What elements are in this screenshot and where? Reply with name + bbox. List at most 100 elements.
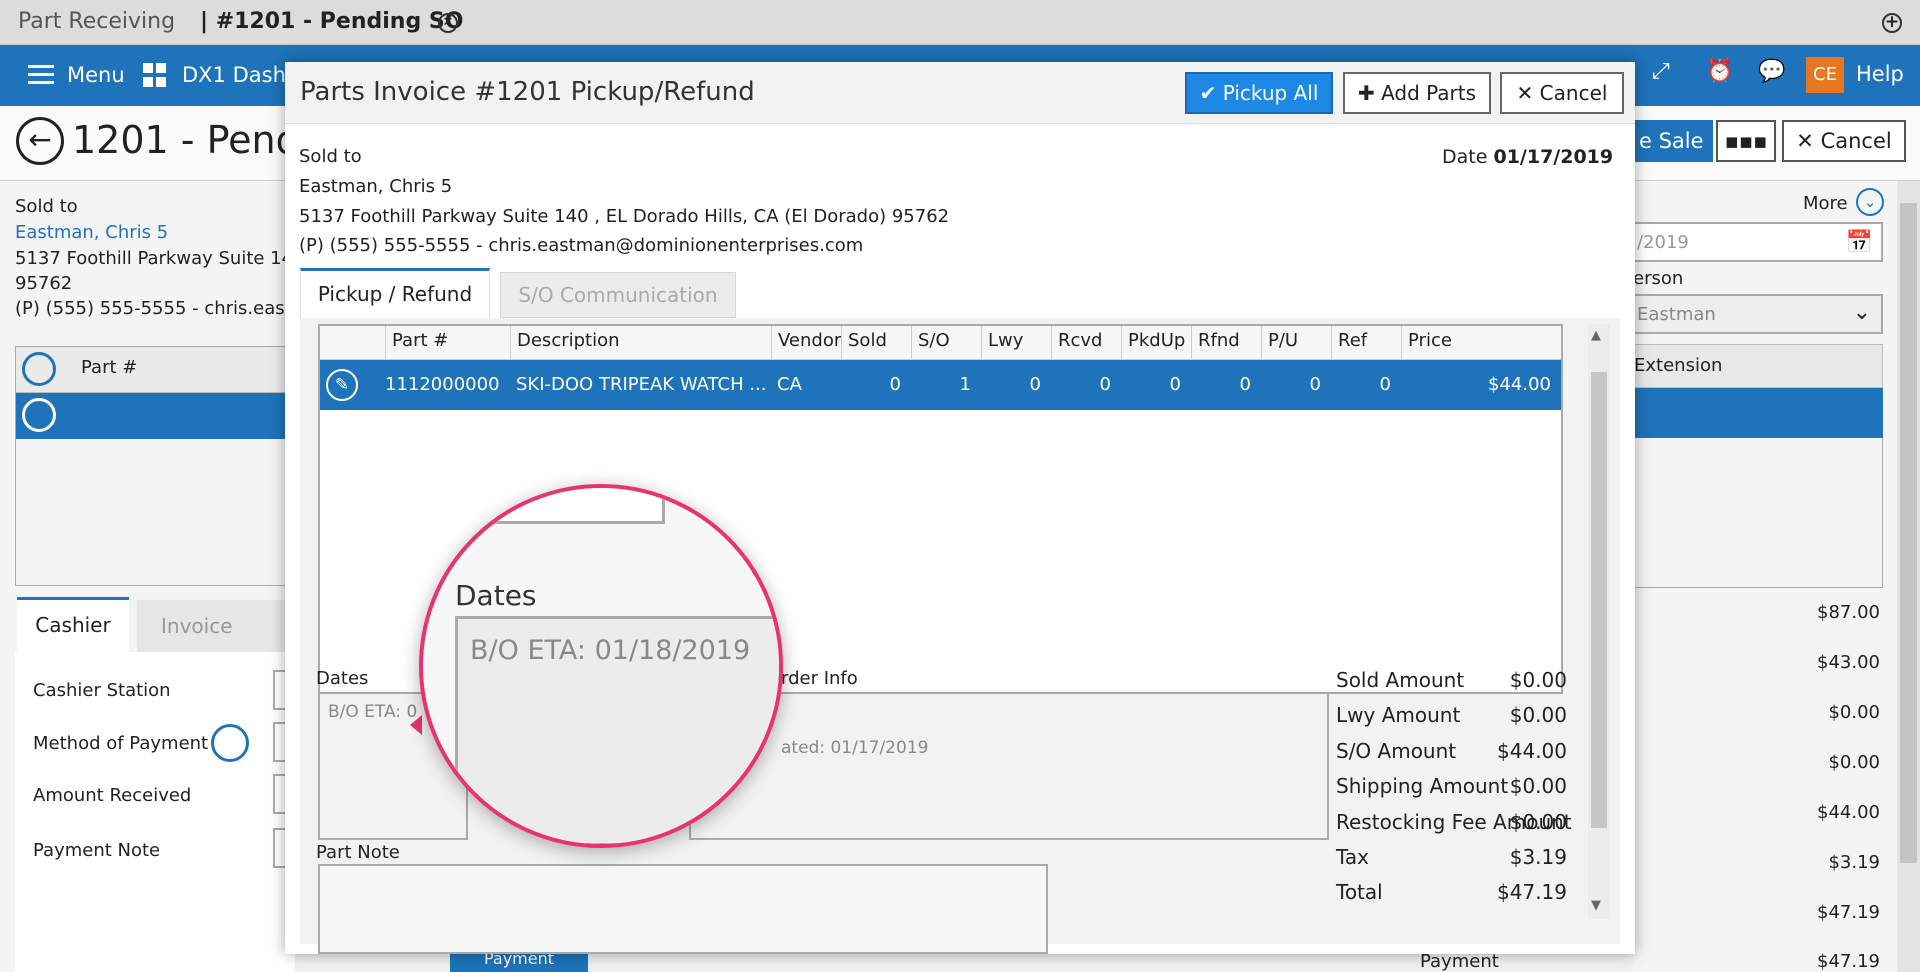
bg-cancel-button[interactable]: ✕ Cancel xyxy=(1782,120,1906,162)
right-value-2: $0.00 xyxy=(1828,702,1880,723)
cell-lwy: 0 xyxy=(1029,374,1041,395)
alarm-clock-icon[interactable]: ⏰ xyxy=(1706,59,1733,84)
grid-col-ref[interactable]: Ref xyxy=(1331,326,1401,360)
expand-icon[interactable]: ⤢ xyxy=(1652,59,1670,84)
customer-link[interactable]: Eastman, Chris 5 xyxy=(15,222,168,243)
date-label: Date xyxy=(1442,146,1488,168)
sold-to-label: Sold to xyxy=(15,196,78,217)
grid-col-pkdup[interactable]: PkdUp xyxy=(1121,326,1191,360)
order-info-label: rder Info xyxy=(781,668,858,689)
scroll-up-icon[interactable]: ▲ xyxy=(1591,328,1601,343)
pickup-all-button[interactable]: ✔ Pickup All xyxy=(1185,72,1333,114)
sold-amount-value: $0.00 xyxy=(1509,668,1567,692)
modal-scrollbar-thumb[interactable] xyxy=(1591,372,1607,828)
lwy-amount-label: Lwy Amount xyxy=(1336,703,1461,727)
magnified-bo-eta: B/O ETA: 01/18/2019 xyxy=(470,635,751,666)
dates-label: Dates xyxy=(316,668,369,689)
table-row[interactable]: ✎ 1112000000 SKI-DOO TRIPEAK WATCH ... C… xyxy=(320,360,1561,410)
salesperson-label: erson xyxy=(1633,268,1684,289)
film-icon[interactable] xyxy=(22,352,56,386)
right-value-6: $47.19 xyxy=(1817,902,1880,923)
tab-so-communication[interactable]: S/O Communication xyxy=(500,272,736,318)
chat-icon[interactable]: 💬 xyxy=(1758,59,1785,84)
grid-col-lwy[interactable]: Lwy xyxy=(981,326,1051,360)
help-link[interactable]: Help xyxy=(1856,62,1904,86)
total-label: Total xyxy=(1336,880,1383,904)
lwy-amount-value: $0.00 xyxy=(1509,703,1567,727)
bg-grid-search-row xyxy=(16,393,294,439)
complete-sale-button[interactable]: e Sale xyxy=(1633,120,1713,162)
grid-col-rfnd[interactable]: Rfnd xyxy=(1191,326,1261,360)
modal-contact: (P) (555) 555-5555 - chris.eastman@domin… xyxy=(299,235,864,256)
grid-col-part[interactable]: Part # xyxy=(385,326,510,360)
user-avatar[interactable]: CE xyxy=(1806,57,1844,93)
magnified-box-edge xyxy=(449,488,665,524)
salesperson-select[interactable]: Eastman ⌄ xyxy=(1633,294,1883,334)
cell-rfnd: 0 xyxy=(1239,374,1251,395)
sold-amount-label: Sold Amount xyxy=(1336,668,1465,692)
add-parts-button[interactable]: ✚ Add Parts xyxy=(1343,72,1491,114)
bg-scrollbar-thumb[interactable] xyxy=(1900,203,1917,863)
more-options-button[interactable]: ▪▪▪ xyxy=(1716,120,1776,162)
nav-dashboard-label[interactable]: DX1 Dashb xyxy=(182,63,299,87)
plus-icon: ✚ xyxy=(1357,81,1375,105)
grid-col-description[interactable]: Description xyxy=(510,326,771,360)
tab-part-receiving[interactable]: Part Receiving xyxy=(18,9,175,34)
cell-vendor: CA xyxy=(777,374,802,395)
close-tab-icon[interactable]: ✕ xyxy=(438,13,458,33)
tax-label: Tax xyxy=(1336,845,1369,869)
magnified-dates-box: B/O ETA: 01/18/2019 xyxy=(455,616,779,844)
payment-button[interactable]: Payment xyxy=(450,952,588,972)
modal-cancel-label: Cancel xyxy=(1539,81,1608,105)
close-icon: ✕ xyxy=(1516,81,1534,105)
address-line1: 5137 Foothill Parkway Suite 140 xyxy=(15,248,305,269)
bg-grid-col-part: Part # xyxy=(81,357,138,378)
edit-pencil-icon[interactable]: ✎ xyxy=(326,369,358,401)
grid-col-rcvd[interactable]: Rcvd xyxy=(1051,326,1121,360)
cashier-station-label: Cashier Station xyxy=(33,680,171,701)
dashboard-grid-icon[interactable] xyxy=(143,63,167,87)
hamburger-menu-icon[interactable] xyxy=(28,65,54,85)
refresh-icon[interactable] xyxy=(211,724,249,762)
payment-method-label: Method of Payment xyxy=(33,733,209,754)
order-info-box: ated: 01/17/2019 xyxy=(689,692,1329,840)
tab-invoice-notes[interactable]: Invoice Notes xyxy=(137,600,287,690)
more-link[interactable]: More xyxy=(1803,193,1848,214)
bg-date-input[interactable]: /2019 📅 xyxy=(1633,222,1883,262)
shipping-amount-value: $0.00 xyxy=(1509,774,1567,798)
salesperson-value: Eastman xyxy=(1637,304,1716,325)
pickup-all-label: Pickup All xyxy=(1222,81,1319,105)
total-value: $47.19 xyxy=(1497,880,1567,904)
tab-cashier[interactable]: Cashier xyxy=(17,597,129,652)
so-amount-value: $44.00 xyxy=(1497,739,1567,763)
add-tab-icon[interactable]: + xyxy=(1882,13,1902,33)
grid-col-vendor[interactable]: Vendor xyxy=(771,326,841,360)
grid-col-sold[interactable]: Sold xyxy=(841,326,911,360)
shipping-amount-label: Shipping Amount xyxy=(1336,774,1509,798)
grid-col-so[interactable]: S/O xyxy=(911,326,981,360)
grid-col-price[interactable]: Price xyxy=(1401,326,1561,360)
modal-cancel-button[interactable]: ✕ Cancel xyxy=(1500,72,1624,114)
dates-value: B/O ETA: 0 xyxy=(328,702,418,722)
right-value-4: $44.00 xyxy=(1817,802,1880,823)
contact-line: (P) (555) 555-5555 - chris.eastm xyxy=(15,298,310,319)
chevron-down-icon[interactable]: ⌄ xyxy=(1856,188,1884,216)
grid-col-pu[interactable]: P/U xyxy=(1261,326,1331,360)
modal-customer-name: Eastman, Chris 5 xyxy=(299,176,453,197)
search-icon[interactable] xyxy=(22,398,56,432)
nav-menu-label[interactable]: Menu xyxy=(67,63,125,87)
tab-pickup-refund[interactable]: Pickup / Refund xyxy=(300,268,490,318)
right-payment-label: Payment xyxy=(1420,951,1499,972)
add-parts-label: Add Parts xyxy=(1381,81,1477,105)
check-icon: ✔ xyxy=(1199,81,1217,105)
right-value-5: $3.19 xyxy=(1828,852,1880,873)
tab-pending-so[interactable]: | #1201 - Pending SO xyxy=(200,9,463,34)
bg-date-value: /2019 xyxy=(1637,232,1689,253)
bg-grid-header: Part # xyxy=(16,347,294,393)
back-arrow-icon[interactable]: ← xyxy=(16,117,64,165)
calendar-icon[interactable]: 📅 xyxy=(1846,230,1873,255)
part-note-label: Part Note xyxy=(316,842,400,863)
page-title: 1201 - Pendi xyxy=(72,118,311,162)
scroll-down-icon[interactable]: ▼ xyxy=(1591,898,1601,913)
part-note-field[interactable] xyxy=(318,864,1048,954)
